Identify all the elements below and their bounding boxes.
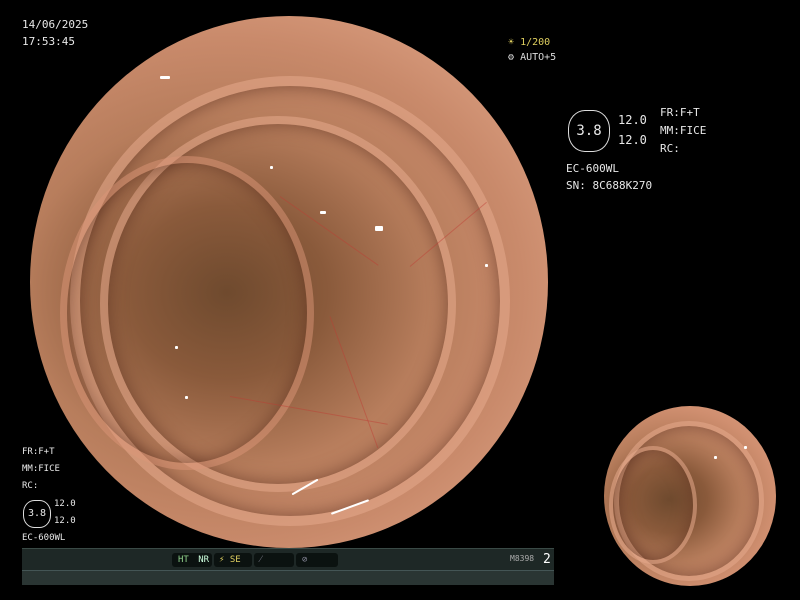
scope-model: EC-600WL: [566, 162, 619, 175]
status-bar: HT NR ⚡ SE ⁄ ⊘ M8398 2: [22, 548, 554, 571]
value-b: 12.0: [618, 133, 647, 147]
se-label: SE: [229, 555, 241, 565]
ht-nr-indicator: HT NR: [172, 553, 212, 567]
specular-highlight: [160, 76, 170, 79]
se-indicator: ⚡ SE: [214, 553, 252, 567]
status-bar-lower: [22, 570, 554, 585]
auto-exposure: AUTO+5: [520, 52, 557, 63]
specular-highlight: [714, 456, 717, 459]
specular-highlight: [185, 396, 188, 399]
mm-setting: MM:FICE: [660, 124, 707, 137]
status-number: 2: [543, 552, 551, 567]
rc-setting-small: RC:: [22, 481, 39, 491]
time-text: 17:53:45: [22, 35, 75, 48]
mm-setting-small: MM:FICE: [22, 464, 60, 474]
specular-highlight: [485, 264, 488, 267]
specular-highlight: [375, 226, 383, 231]
specular-highlight: [744, 446, 747, 449]
mucosal-fold: [609, 446, 697, 564]
specular-highlight: [320, 211, 326, 214]
specular-highlight: [270, 166, 273, 169]
zoom-indicator-small: 3.8: [23, 500, 51, 528]
nr-label: NR: [198, 555, 210, 565]
serial-number: SN: 8C688K270: [566, 179, 653, 192]
status-code: M8398: [510, 554, 535, 563]
circle-icon: ⊘: [302, 555, 308, 565]
sharpness-icon: ⚡: [219, 555, 225, 565]
ht-label: HT: [178, 555, 189, 565]
mucosal-fold: [60, 156, 314, 470]
auto-row: ⚙ AUTO+5: [508, 51, 556, 64]
value-a-small: 12.0: [54, 499, 76, 509]
exposure-row: ☀ 1/200: [508, 36, 550, 49]
zoom-indicator: 3.8: [568, 110, 610, 152]
scope-model-small: EC-600WL: [22, 533, 66, 543]
pen-indicator: ⁄: [254, 553, 294, 567]
gear-icon: ⚙: [508, 52, 515, 63]
value-a: 12.0: [618, 113, 647, 127]
fr-setting-small: FR:F+T: [22, 447, 55, 457]
specular-highlight: [175, 346, 178, 349]
fr-setting: FR:F+T: [660, 106, 700, 119]
sun-icon: ☀: [508, 37, 515, 48]
pen-icon: ⁄: [260, 555, 262, 565]
circle-indicator: ⊘: [296, 553, 338, 567]
endoscope-pip-view: [604, 406, 776, 586]
shutter-speed: 1/200: [520, 37, 551, 48]
value-b-small: 12.0: [54, 516, 76, 526]
endoscope-main-view: [30, 16, 548, 548]
date-text: 14/06/2025: [22, 18, 89, 31]
rc-setting: RC:: [660, 142, 680, 155]
